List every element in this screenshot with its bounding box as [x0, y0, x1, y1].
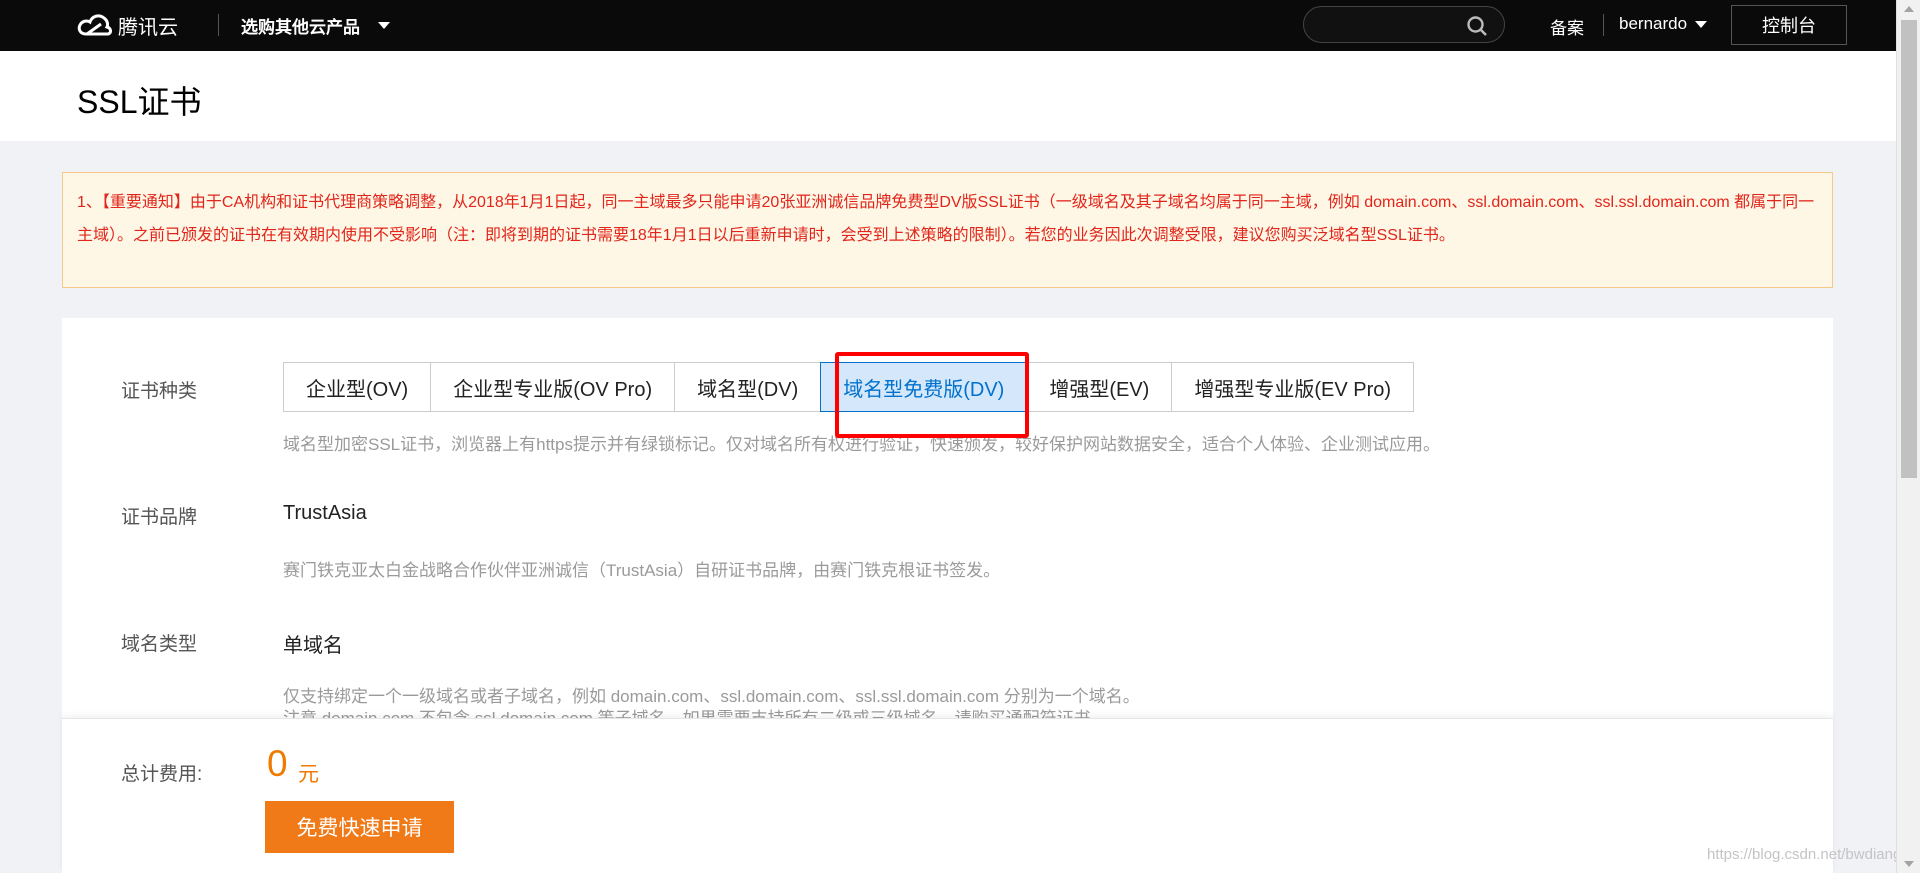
console-button[interactable]: 控制台 [1731, 5, 1847, 45]
tab-ov-pro[interactable]: 企业型专业版(OV Pro) [430, 362, 676, 412]
cert-brand-value: TrustAsia [283, 502, 367, 524]
vertical-scrollbar[interactable] [1896, 0, 1920, 873]
total-cost-unit: 元 [298, 763, 319, 786]
scroll-down-arrow-icon[interactable] [1904, 861, 1914, 867]
cert-config-card: 证书种类 企业型(OV) 企业型专业版(OV Pro) 域名型(DV) 域名型免… [62, 318, 1833, 718]
order-summary-bar: 总计费用: 0 元 免费快速申请 [62, 718, 1833, 873]
tab-ov[interactable]: 企业型(OV) [283, 362, 432, 412]
tab-ev[interactable]: 增强型(EV) [1026, 362, 1173, 412]
tab-dv[interactable]: 域名型(DV) [674, 362, 822, 412]
domain-type-value: 单域名 [283, 635, 343, 657]
nav-divider [1603, 14, 1604, 36]
search-icon[interactable] [1466, 15, 1488, 37]
free-apply-button[interactable]: 免费快速申请 [265, 801, 454, 853]
important-notice: 1、【重要通知】由于CA机构和证书代理商策略调整，从2018年1月1日起，同一主… [62, 172, 1833, 288]
other-products-menu[interactable]: 选购其他云产品 [241, 12, 390, 38]
tencent-cloud-logo[interactable]: 腾讯云 [77, 11, 178, 39]
other-products-label: 选购其他云产品 [241, 17, 360, 37]
cert-brand-description: 赛门铁克亚太白金战略合作伙伴亚洲诚信（TrustAsia）自研证书品牌，由赛门铁… [283, 561, 1001, 580]
nav-divider [218, 14, 219, 36]
top-nav-bar: 腾讯云 选购其他云产品 备案 bernardo 控制台 [0, 0, 1896, 51]
user-menu[interactable]: bernardo [1619, 14, 1708, 34]
watermark: https://blog.csdn.net/bwdiang [1707, 846, 1902, 863]
tab-dv-free[interactable]: 域名型免费版(DV) [820, 362, 1028, 412]
cloud-logo-icon [77, 14, 112, 36]
domain-type-description-2: 注意 domain.com 不包含 ssl.domain.com 等子域名，如果… [283, 704, 1108, 718]
domain-type-label: 域名类型 [121, 634, 198, 655]
page-title: SSL证书 [77, 84, 202, 120]
chevron-down-icon [1695, 20, 1708, 28]
cert-type-label: 证书种类 [121, 381, 198, 402]
cert-brand-label: 证书品牌 [121, 507, 198, 528]
search-box[interactable] [1303, 6, 1505, 43]
beian-link[interactable]: 备案 [1550, 14, 1584, 39]
page-header: SSL证书 [0, 51, 1896, 141]
search-input[interactable] [1304, 7, 1454, 42]
cert-type-tabs: 企业型(OV) 企业型专业版(OV Pro) 域名型(DV) 域名型免费版(DV… [283, 362, 1415, 414]
logo-text: 腾讯云 [118, 16, 178, 39]
total-cost-label: 总计费用: [121, 764, 203, 785]
chevron-down-icon [378, 21, 390, 29]
username: bernardo [1619, 14, 1688, 33]
total-cost-amount: 0 [267, 743, 288, 784]
scroll-up-arrow-icon[interactable] [1904, 6, 1914, 12]
cert-type-description: 域名型加密SSL证书，浏览器上有https提示并有绿锁标记。仅对域名所有权进行验… [283, 435, 1440, 454]
scrollbar-thumb[interactable] [1901, 20, 1917, 478]
tab-ev-pro[interactable]: 增强型专业版(EV Pro) [1171, 362, 1415, 412]
